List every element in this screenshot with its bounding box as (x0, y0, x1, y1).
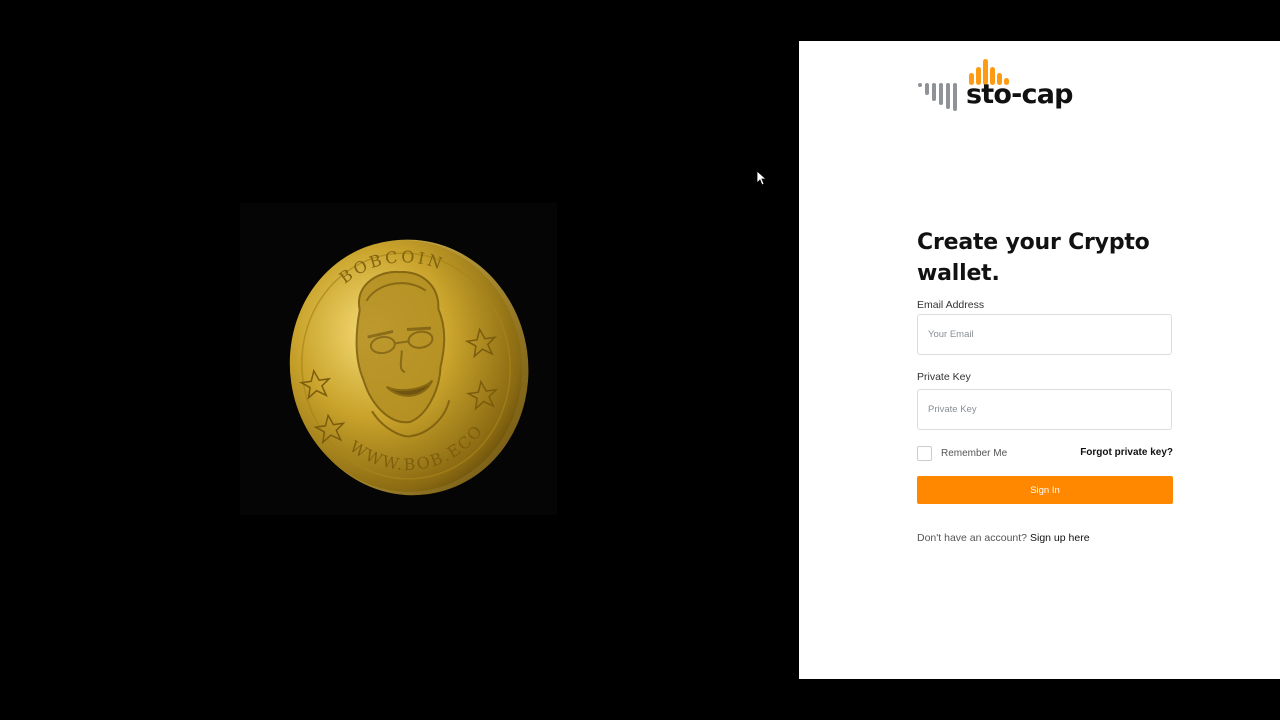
sign-in-button[interactable]: Sign In (917, 476, 1173, 504)
signup-prompt: Don't have an account? (917, 532, 1027, 544)
private-key-label: Private Key (917, 371, 971, 383)
login-panel: sto-cap Create your Crypto wallet. Email… (799, 41, 1280, 679)
mouse-cursor-icon (756, 170, 766, 186)
hero-pane: BOBCOIN WWW.BOB.ECO (0, 0, 799, 720)
remember-row: Remember Me Forgot private key? (917, 445, 1173, 462)
private-key-field[interactable] (917, 389, 1172, 430)
email-field[interactable] (917, 314, 1172, 355)
email-label: Email Address (917, 299, 985, 311)
logo-wordmark: sto-cap (966, 79, 1073, 110)
sto-cap-logo[interactable]: sto-cap (916, 57, 1076, 117)
remember-me-checkbox[interactable] (917, 446, 932, 461)
sign-up-link[interactable]: Sign up here (1030, 532, 1090, 544)
forgot-private-key-link[interactable]: Forgot private key? (1080, 447, 1173, 458)
bobcoin-coin-image: BOBCOIN WWW.BOB.ECO (289, 239, 529, 496)
coin-video-frame: BOBCOIN WWW.BOB.ECO (240, 203, 557, 515)
screen: BOBCOIN WWW.BOB.ECO sto-cap Create your … (0, 0, 1280, 720)
signup-row: Don't have an account? Sign up here (917, 532, 1090, 544)
remember-me-label[interactable]: Remember Me (941, 448, 1007, 459)
page-title: Create your Crypto wallet. (917, 230, 1150, 286)
